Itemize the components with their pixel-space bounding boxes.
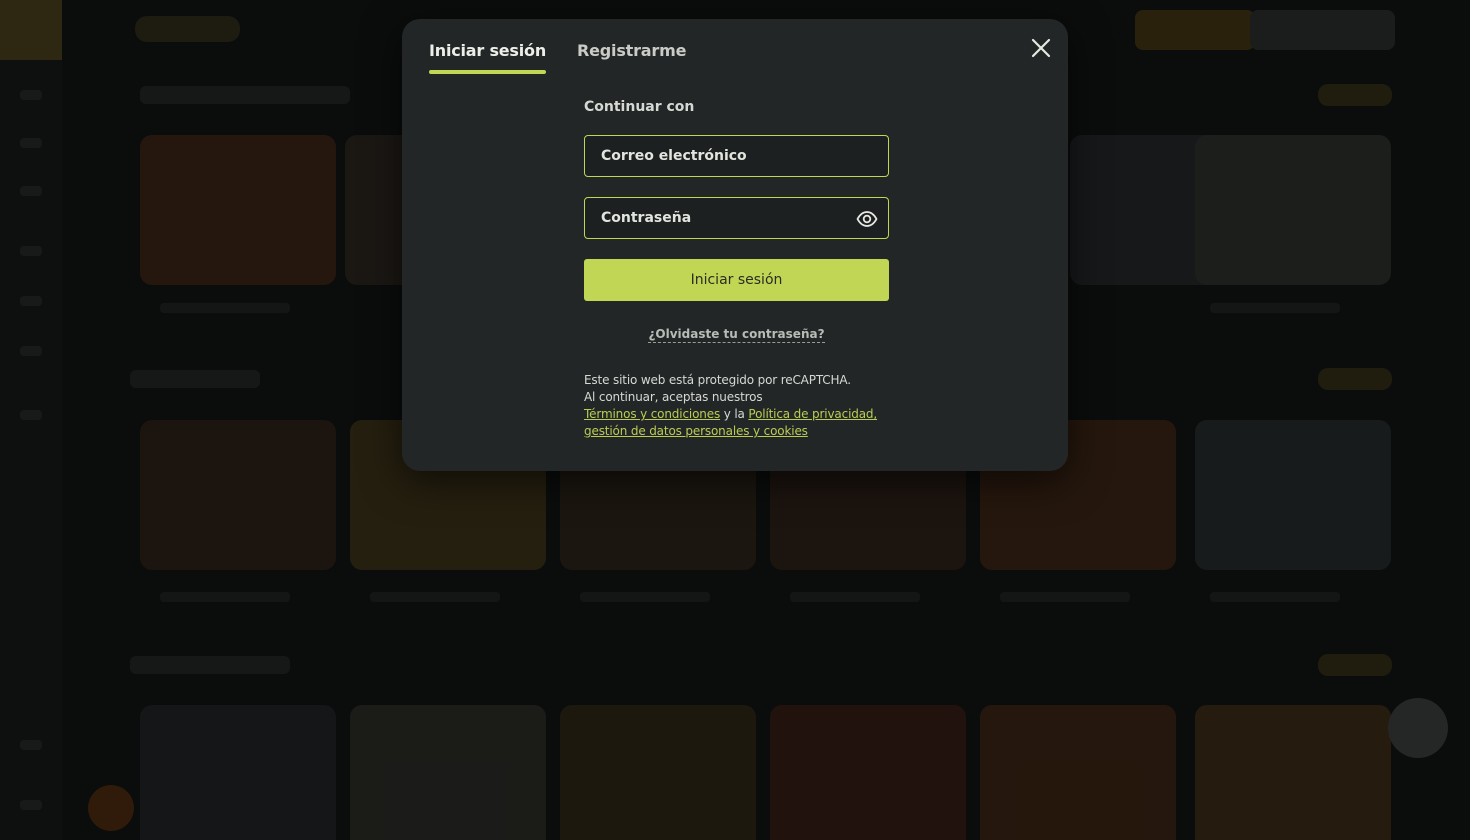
legal-notice: Este sitio web está protegido por reCAPT…: [584, 372, 889, 440]
email-field[interactable]: [585, 136, 888, 176]
close-icon: [1031, 38, 1051, 58]
close-button[interactable]: [1028, 35, 1054, 61]
recaptcha-notice: Este sitio web está protegido por reCAPT…: [584, 373, 851, 387]
privacy-link[interactable]: Política de privacidad,: [748, 407, 877, 421]
cookies-link[interactable]: gestión de datos personales y cookies: [584, 424, 808, 438]
legal-connector: y la: [720, 407, 749, 421]
email-field-wrapper: [584, 135, 889, 177]
forgot-password-link[interactable]: ¿Olvidaste tu contraseña?: [648, 327, 825, 343]
legal-links-line-2: gestión de datos personales y cookies: [584, 423, 889, 440]
login-modal: Iniciar sesión Registrarme Continuar con…: [402, 19, 1068, 471]
forgot-password-row: ¿Olvidaste tu contraseña?: [584, 323, 889, 343]
password-field[interactable]: [585, 198, 888, 238]
consent-notice: Al continuar, aceptas nuestros: [584, 390, 763, 404]
login-submit-button[interactable]: Iniciar sesión: [584, 259, 889, 301]
terms-link[interactable]: Términos y condiciones: [584, 407, 720, 421]
password-toggle-button[interactable]: [856, 209, 878, 229]
auth-tabs: Iniciar sesión Registrarme: [429, 39, 686, 74]
login-form: Continuar con Iniciar sesión ¿Olvidaste …: [584, 99, 889, 440]
eye-icon: [856, 211, 878, 227]
tab-login[interactable]: Iniciar sesión: [429, 39, 546, 74]
tab-register[interactable]: Registrarme: [577, 39, 686, 74]
password-field-wrapper: [584, 197, 889, 239]
legal-links-line: Términos y condiciones y la Política de …: [584, 406, 889, 423]
continue-with-label: Continuar con: [584, 99, 695, 115]
